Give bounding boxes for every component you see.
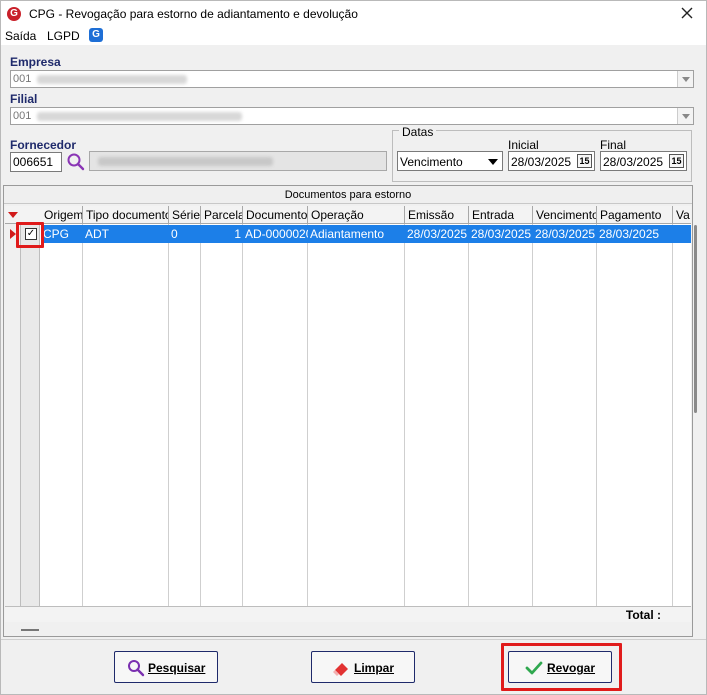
check-icon	[525, 661, 543, 675]
col-divider	[82, 224, 83, 606]
col-origem[interactable]: Origem	[41, 206, 83, 224]
final-label: Final	[600, 138, 627, 152]
row-indicator-column	[5, 206, 21, 606]
cell-parcela[interactable]: 1	[201, 225, 243, 243]
sort-marker-icon	[8, 212, 18, 218]
title-bar: G CPG - Revogação para estorno de adiant…	[1, 1, 706, 27]
close-window-button[interactable]	[678, 4, 696, 22]
col-documento[interactable]: Documento	[243, 206, 308, 224]
menu-item-saida[interactable]: Saída	[5, 29, 36, 43]
calendar-icon[interactable]: 15	[669, 154, 684, 168]
filial-select[interactable]: 001	[10, 107, 694, 125]
cell-valor[interactable]	[673, 225, 691, 243]
fornecedor-label: Fornecedor	[10, 138, 77, 152]
cell-documento[interactable]: AD-0000020	[243, 225, 308, 243]
inicial-date-value: 28/03/2025	[511, 155, 572, 169]
limpar-button[interactable]: Limpar	[311, 651, 415, 683]
limpar-label: Limpar	[354, 661, 395, 675]
grid-caption: Documentos para estorno	[4, 186, 692, 204]
col-emissao[interactable]: Emissão	[405, 206, 469, 224]
col-pagamento[interactable]: Pagamento	[597, 206, 673, 224]
pesquisar-button[interactable]: Pesquisar	[114, 651, 218, 683]
menu-bar: Saída LGPD G	[1, 27, 706, 45]
search-icon[interactable]	[66, 152, 86, 172]
pesquisar-label: Pesquisar	[148, 661, 206, 675]
total-label: Total :	[625, 608, 661, 622]
col-divider	[468, 224, 469, 606]
col-vencimento[interactable]: Vencimento	[533, 206, 597, 224]
cell-vencimento[interactable]: 28/03/2025	[533, 225, 597, 243]
grid-header: Origem Tipo documento Série Parcela Docu…	[5, 206, 691, 224]
col-divider	[404, 224, 405, 606]
chevron-down-icon[interactable]	[677, 108, 693, 124]
col-operacao[interactable]: Operação	[308, 206, 405, 224]
col-divider	[596, 224, 597, 606]
col-divider	[307, 224, 308, 606]
empresa-name-redacted	[37, 75, 187, 84]
empresa-select[interactable]: 001	[10, 70, 694, 88]
cell-emissao[interactable]: 28/03/2025	[405, 225, 469, 243]
col-tipo-documento[interactable]: Tipo documento	[83, 206, 169, 224]
vertical-scrollbar[interactable]	[694, 225, 697, 413]
cell-pagamento[interactable]: 28/03/2025	[597, 225, 673, 243]
col-divider	[672, 224, 673, 606]
empresa-label: Empresa	[10, 55, 61, 69]
empresa-value: 001	[13, 73, 32, 85]
filial-name-redacted	[37, 112, 242, 121]
filial-label: Filial	[10, 92, 38, 106]
col-divider	[242, 224, 243, 606]
fornecedor-code-input[interactable]: 006651	[10, 152, 62, 172]
chevron-down-icon[interactable]	[485, 153, 501, 169]
date-type-value: Vencimento	[400, 155, 463, 169]
datas-caption: Datas	[399, 125, 437, 139]
horizontal-scrollbar[interactable]	[21, 629, 39, 631]
help-icon[interactable]: G	[89, 28, 103, 42]
checkbox-highlight	[16, 222, 44, 248]
col-serie[interactable]: Série	[169, 206, 201, 224]
col-divider	[200, 224, 201, 606]
fornecedor-name-redacted	[98, 157, 273, 166]
total-footer: Total :	[5, 606, 691, 622]
calendar-icon[interactable]: 15	[577, 154, 592, 168]
final-date-input[interactable]: 28/03/2025 15	[600, 151, 687, 171]
col-valor[interactable]: Va	[673, 206, 691, 224]
cell-origem[interactable]: CPG	[41, 225, 83, 243]
cell-operacao[interactable]: Adiantamento	[308, 225, 405, 243]
search-icon	[128, 660, 145, 677]
close-icon	[681, 7, 693, 19]
menu-item-lgpd[interactable]: LGPD	[47, 29, 80, 43]
documents-panel: Documentos para estorno Origem Tipo docu…	[3, 185, 693, 637]
col-entrada[interactable]: Entrada	[469, 206, 533, 224]
app-logo-icon: G	[7, 7, 21, 21]
inicial-date-input[interactable]: 28/03/2025 15	[508, 151, 595, 171]
cell-entrada[interactable]: 28/03/2025	[469, 225, 533, 243]
documents-grid[interactable]: Origem Tipo documento Série Parcela Docu…	[5, 206, 691, 606]
cell-tipo[interactable]: ADT	[83, 225, 169, 243]
col-divider	[168, 224, 169, 606]
chevron-down-icon[interactable]	[677, 71, 693, 87]
final-date-value: 28/03/2025	[603, 155, 664, 169]
date-type-select[interactable]: Vencimento	[397, 151, 503, 171]
col-divider	[532, 224, 533, 606]
revogar-label: Revogar	[547, 661, 596, 675]
checkbox-column	[21, 206, 40, 606]
main-window: G CPG - Revogação para estorno de adiant…	[0, 0, 707, 695]
inicial-label: Inicial	[508, 138, 539, 152]
window-title: CPG - Revogação para estorno de adiantam…	[29, 7, 358, 21]
filial-value: 001	[13, 110, 32, 122]
footer-separator	[1, 639, 706, 640]
eraser-icon	[333, 663, 348, 676]
col-parcela[interactable]: Parcela	[201, 206, 243, 224]
fornecedor-name-field	[89, 151, 387, 171]
revogar-button[interactable]: Revogar	[508, 651, 612, 683]
table-row[interactable]: CPG ADT 0 1 AD-0000020 Adiantamento 28/0…	[5, 225, 691, 243]
cell-serie[interactable]: 0	[169, 225, 201, 243]
